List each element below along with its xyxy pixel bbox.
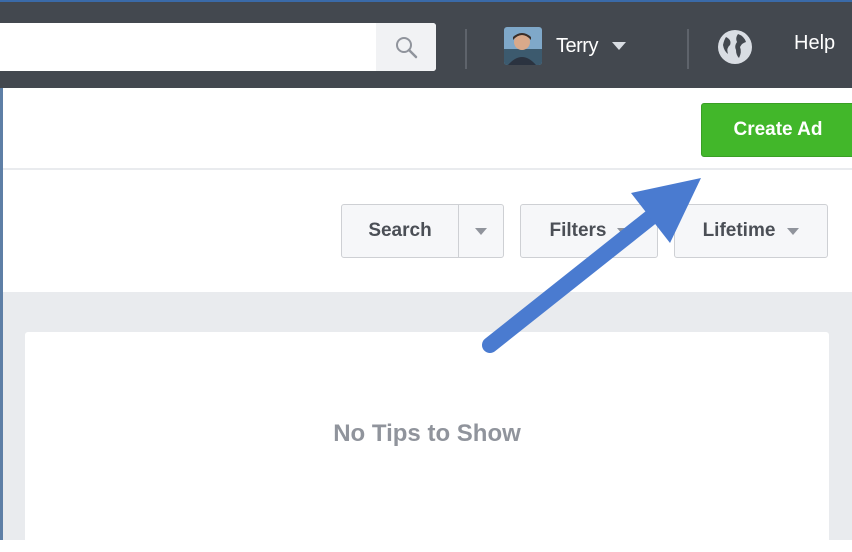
tips-section: No Tips to Show: [3, 292, 852, 552]
search-dropdown-button[interactable]: [458, 204, 504, 258]
filters-button[interactable]: Filters: [520, 204, 658, 258]
top-navigation-bar: Terry Help: [0, 0, 852, 88]
avatar: [504, 27, 542, 65]
search-button[interactable]: [376, 23, 436, 71]
create-ad-button[interactable]: Create Ad: [701, 103, 852, 157]
filters-label: Filters: [549, 220, 607, 241]
topbar-divider: [465, 29, 467, 69]
chevron-down-icon: [616, 227, 629, 235]
search-filter-button[interactable]: Search: [341, 204, 459, 258]
toolbar: Search Filters Lifetime: [3, 170, 852, 292]
search-icon: [396, 37, 418, 59]
lifetime-label: Lifetime: [702, 220, 776, 241]
empty-tips-message: No Tips to Show: [333, 420, 521, 447]
user-menu[interactable]: Terry: [504, 24, 626, 68]
search-filter-label: Search: [368, 220, 432, 241]
lifetime-date-button[interactable]: Lifetime: [674, 204, 828, 258]
help-link[interactable]: Help: [794, 32, 835, 55]
tips-card: No Tips to Show: [25, 332, 829, 552]
topbar-divider: [687, 29, 689, 69]
caret-down-icon: [611, 42, 626, 50]
user-name: Terry: [556, 34, 598, 57]
search-input[interactable]: [0, 23, 376, 71]
globe-icon[interactable]: [716, 28, 754, 66]
chevron-down-icon: [475, 227, 487, 235]
search-box: [0, 23, 436, 71]
chevron-down-icon: [787, 227, 800, 235]
page-header: Create Ad: [3, 88, 852, 170]
